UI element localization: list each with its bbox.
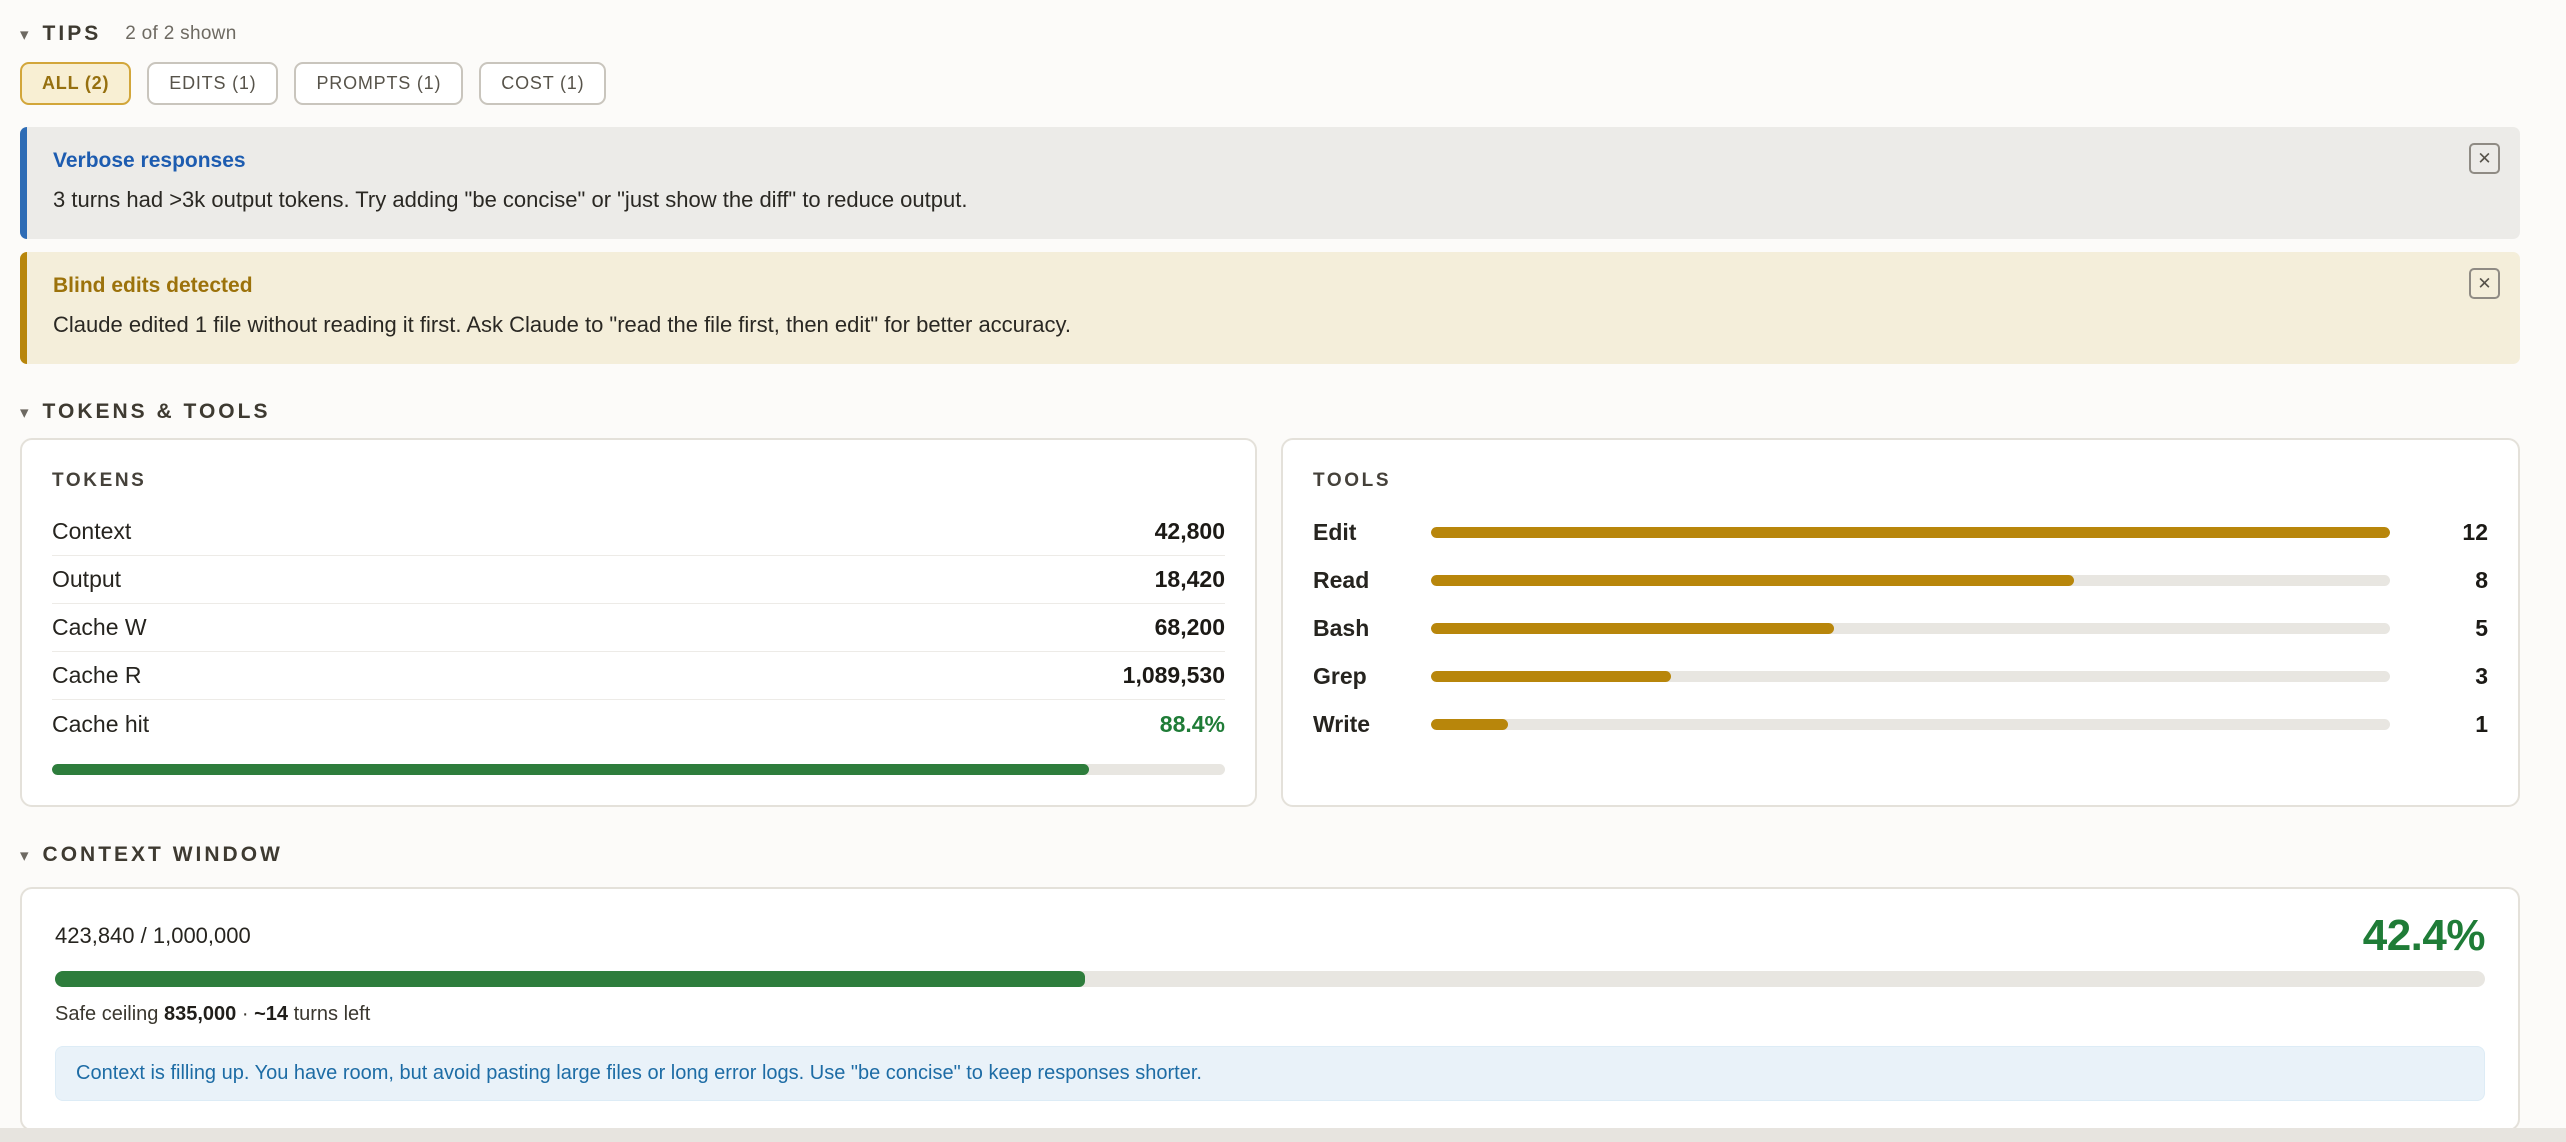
tool-name: Edit	[1313, 519, 1431, 546]
tip-body: Claude edited 1 file without reading it …	[53, 312, 2430, 338]
tool-usage-bar-fill	[1431, 671, 1671, 682]
filter-pill-all[interactable]: ALL (2)	[20, 62, 131, 105]
tip-card-verbose-responses: Verbose responses 3 turns had >3k output…	[20, 127, 2520, 239]
token-label: Cache hit	[52, 711, 149, 738]
tip-title: Verbose responses	[53, 149, 2430, 173]
tokens-card-title: TOKENS	[52, 470, 1225, 492]
context-usage-text: 423,840 / 1,000,000	[55, 923, 251, 949]
token-row: Context 42,800	[52, 508, 1225, 556]
tip-title: Blind edits detected	[53, 274, 2430, 298]
close-icon: ✕	[2477, 274, 2491, 294]
token-label: Output	[52, 566, 121, 593]
safe-ceiling-text: Safe ceiling 835,000 · ~14 turns left	[55, 1003, 2485, 1026]
tool-count: 5	[2430, 615, 2488, 642]
tool-usage-bar-fill	[1431, 527, 2390, 538]
safe-ceiling-prefix: Safe ceiling	[55, 1003, 158, 1025]
cache-hit-value: 88.4%	[1160, 711, 1225, 738]
token-value: 42,800	[1155, 518, 1225, 545]
cache-hit-progress-bar	[52, 764, 1225, 775]
context-window-section-header[interactable]: ▾ CONTEXT WINDOW	[20, 843, 2520, 867]
tokens-tools-cards: TOKENS Context 42,800 Output 18,420 Cach…	[20, 438, 2520, 807]
tool-name: Bash	[1313, 615, 1431, 642]
tools-card: TOOLS Edit 12 Read 8 Bash 5	[1281, 438, 2520, 807]
tokens-card: TOKENS Context 42,800 Output 18,420 Cach…	[20, 438, 1257, 807]
tips-section-header[interactable]: ▾ TIPS 2 of 2 shown	[20, 22, 2520, 46]
context-note: Context is filling up. You have room, bu…	[55, 1046, 2485, 1101]
token-value: 18,420	[1155, 566, 1225, 593]
safe-ceiling-value: 835,000	[164, 1003, 236, 1025]
chevron-down-icon: ▾	[20, 26, 29, 43]
tool-usage-bar-fill	[1431, 623, 1834, 634]
context-window-card: 423,840 / 1,000,000 42.4% Safe ceiling 8…	[20, 887, 2520, 1131]
tokens-tools-section-header[interactable]: ▾ TOKENS & TOOLS	[20, 400, 2520, 424]
tip-body: 3 turns had >3k output tokens. Try addin…	[53, 187, 2430, 213]
tool-row: Grep 3	[1313, 652, 2488, 700]
tips-shown-count: 2 of 2 shown	[125, 23, 236, 45]
chevron-down-icon: ▾	[20, 847, 29, 864]
session-dashboard: ▾ TIPS 2 of 2 shown ALL (2) EDITS (1) PR…	[20, 0, 2520, 1131]
tokens-tools-section-title: TOKENS & TOOLS	[43, 400, 271, 424]
safe-ceiling-separator: ·	[242, 1003, 249, 1025]
token-row: Cache W 68,200	[52, 604, 1225, 652]
tool-name: Read	[1313, 567, 1431, 594]
tip-card-blind-edits: Blind edits detected Claude edited 1 fil…	[20, 252, 2520, 364]
tool-row: Read 8	[1313, 556, 2488, 604]
tips-section-title: TIPS	[43, 22, 102, 46]
tool-usage-bar	[1431, 527, 2390, 538]
dismiss-tip-button[interactable]: ✕	[2469, 268, 2500, 299]
tips-filter-bar: ALL (2) EDITS (1) PROMPTS (1) COST (1)	[20, 62, 2520, 105]
tool-row: Edit 12	[1313, 508, 2488, 556]
cache-hit-progress-fill	[52, 764, 1089, 775]
token-label: Cache W	[52, 614, 147, 641]
turns-left-label: turns left	[294, 1003, 371, 1025]
tool-name: Grep	[1313, 663, 1431, 690]
bottom-edge-strip	[0, 1128, 2566, 1142]
tools-card-title: TOOLS	[1313, 470, 2488, 492]
token-label: Cache R	[52, 662, 141, 689]
context-progress-fill	[55, 971, 1085, 987]
tool-count: 3	[2430, 663, 2488, 690]
filter-pill-cost[interactable]: COST (1)	[479, 62, 606, 105]
tool-name: Write	[1313, 711, 1431, 738]
filter-pill-prompts[interactable]: PROMPTS (1)	[294, 62, 463, 105]
tool-usage-bar	[1431, 719, 2390, 730]
close-icon: ✕	[2477, 149, 2491, 169]
tool-usage-bar	[1431, 623, 2390, 634]
tool-row: Write 1	[1313, 700, 2488, 748]
context-window-section-title: CONTEXT WINDOW	[43, 843, 283, 867]
turns-left-value: ~14	[254, 1003, 288, 1025]
chevron-down-icon: ▾	[20, 404, 29, 421]
tool-usage-bar	[1431, 671, 2390, 682]
tool-count: 1	[2430, 711, 2488, 738]
context-progress-bar	[55, 971, 2485, 987]
context-usage-row: 423,840 / 1,000,000 42.4%	[55, 911, 2485, 961]
dismiss-tip-button[interactable]: ✕	[2469, 143, 2500, 174]
token-value: 68,200	[1155, 614, 1225, 641]
tool-usage-bar-fill	[1431, 719, 1508, 730]
tool-count: 12	[2430, 519, 2488, 546]
token-value: 1,089,530	[1123, 662, 1225, 689]
tool-count: 8	[2430, 567, 2488, 594]
filter-pill-edits[interactable]: EDITS (1)	[147, 62, 278, 105]
token-row: Cache R 1,089,530	[52, 652, 1225, 700]
tool-usage-bar	[1431, 575, 2390, 586]
token-label: Context	[52, 518, 131, 545]
token-row: Cache hit 88.4%	[52, 700, 1225, 748]
tool-row: Bash 5	[1313, 604, 2488, 652]
tool-usage-bar-fill	[1431, 575, 2074, 586]
token-row: Output 18,420	[52, 556, 1225, 604]
context-percent: 42.4%	[2363, 911, 2485, 961]
